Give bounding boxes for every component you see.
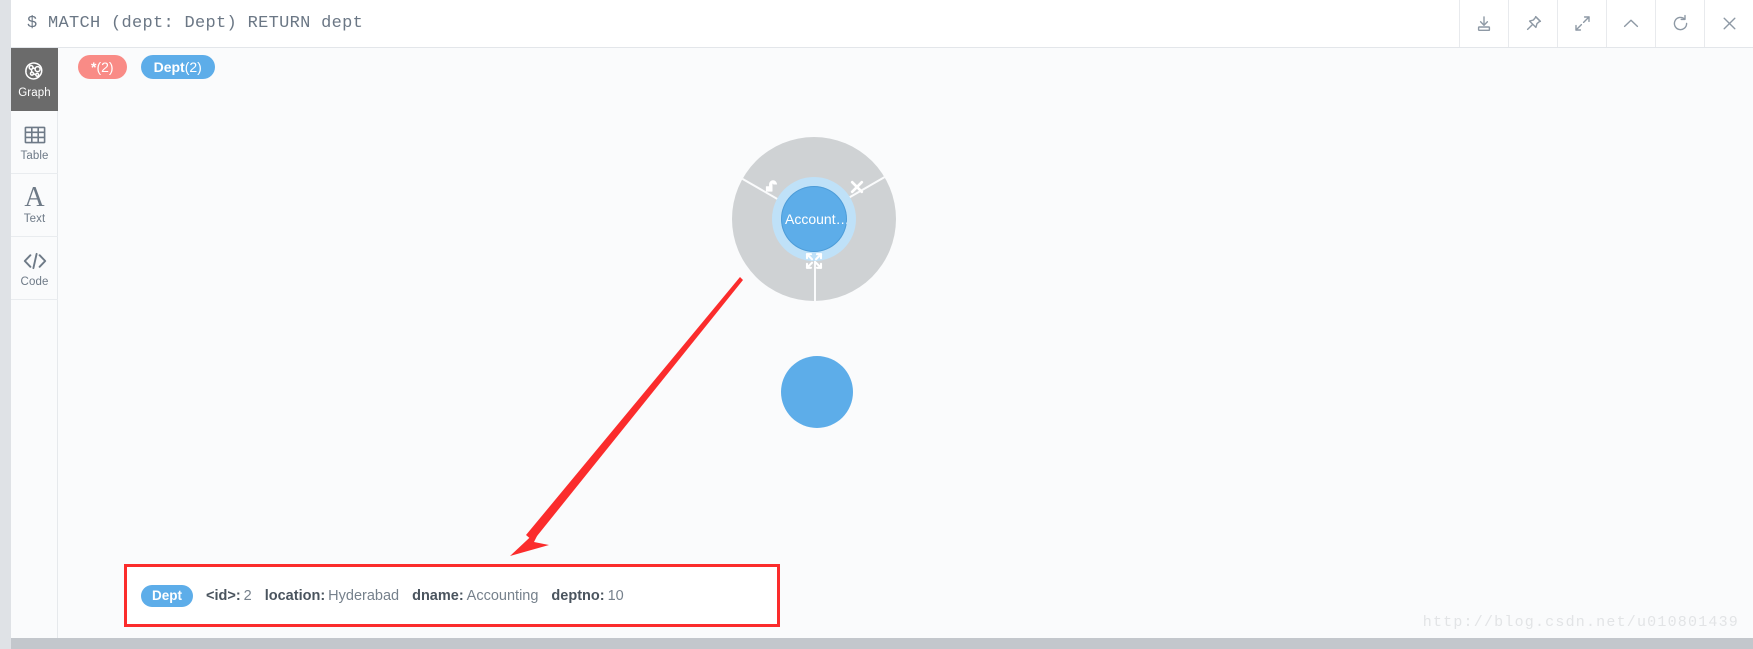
legend-chip-dept[interactable]: Dept (2) <box>140 55 215 79</box>
legend: * (2) Dept (2) <box>78 55 215 79</box>
legend-chip-label: Dept <box>153 59 185 75</box>
chevron-up-icon[interactable] <box>1606 0 1655 47</box>
query-string: MATCH (dept: Dept) RETURN dept <box>48 14 364 33</box>
property-value: 10 <box>607 588 624 604</box>
legend-chip-count: (2) <box>184 59 202 75</box>
pointer-arrow-head <box>510 526 549 556</box>
property-chip-dept[interactable]: Dept <box>141 584 193 607</box>
query-text: $ MATCH (dept: Dept) RETURN dept <box>27 14 363 33</box>
watermark: http://blog.csdn.net/u010801439 <box>1422 614 1739 631</box>
highlight-box: Dept <id>: 2 location: Hyderabad dname: Acc… <box>124 564 780 627</box>
node-secondary[interactable] <box>781 356 853 428</box>
property-deptno: deptno: 10 <box>551 587 623 604</box>
query-header: $ MATCH (dept: Dept) RETURN dept <box>11 0 1753 48</box>
property-value: 2 <box>243 588 252 604</box>
node-account[interactable]: Account… <box>781 186 847 252</box>
graph-icon <box>23 59 47 85</box>
property-value: Hyderabad <box>328 588 400 604</box>
download-icon[interactable] <box>1459 0 1508 47</box>
sidebar-item-label: Text <box>23 212 46 225</box>
property-key: <id>: <box>206 588 241 604</box>
code-icon <box>22 248 48 274</box>
property-dname: dname: Accounting <box>412 587 538 604</box>
pin-icon[interactable] <box>1508 0 1557 47</box>
sidebar-item-label: Table <box>20 149 49 162</box>
sidebar-item-code[interactable]: Code <box>11 237 58 300</box>
text-icon: A <box>24 181 45 213</box>
expand-icon[interactable] <box>1557 0 1606 47</box>
property-location: location: Hyderabad <box>265 587 399 604</box>
sidebar-item-label: Code <box>20 275 49 288</box>
node-label: Account… <box>785 212 847 226</box>
node-property-bar: Dept <id>: 2 location: Hyderabad dname: Acc… <box>127 567 777 624</box>
dismiss-icon[interactable] <box>845 175 869 199</box>
refresh-icon[interactable] <box>1655 0 1704 47</box>
property-key: location: <box>264 588 326 604</box>
pointer-arrow-shaft <box>526 277 743 541</box>
left-gutter <box>0 0 11 649</box>
property-value: Accounting <box>466 588 539 604</box>
annotation-layer <box>510 277 743 556</box>
expand-node-icon[interactable] <box>802 249 826 273</box>
unlock-icon[interactable] <box>760 175 784 199</box>
sidebar-item-graph[interactable]: Graph <box>11 48 58 111</box>
sidebar-item-label: Graph <box>18 86 51 99</box>
sidebar-item-table[interactable]: Table <box>11 111 58 174</box>
neo4j-browser-result-frame: $ MATCH (dept: Dept) RETURN dept Graph T… <box>0 0 1753 649</box>
property-key: deptno: <box>551 588 605 604</box>
property-key: dname: <box>412 588 464 604</box>
sidebar-item-text[interactable]: A Text <box>11 174 58 237</box>
close-icon[interactable] <box>1704 0 1753 47</box>
query-bar[interactable]: $ MATCH (dept: Dept) RETURN dept <box>11 0 1459 47</box>
prompt-symbol: $ <box>27 14 38 33</box>
horizontal-scrollbar[interactable] <box>11 638 1753 649</box>
property-id: <id>: 2 <box>206 587 252 604</box>
graph-canvas[interactable]: * (2) Dept (2) Account… Dept <id>: 2 loc… <box>58 48 1753 649</box>
scrollbar-thumb[interactable] <box>11 638 1753 649</box>
legend-chip-count: (2) <box>96 59 114 75</box>
legend-chip-all[interactable]: * (2) <box>78 55 127 79</box>
frame-toolbar <box>1459 0 1753 47</box>
table-icon <box>23 122 47 148</box>
view-sidebar: Graph Table A Text Code <box>11 48 58 649</box>
